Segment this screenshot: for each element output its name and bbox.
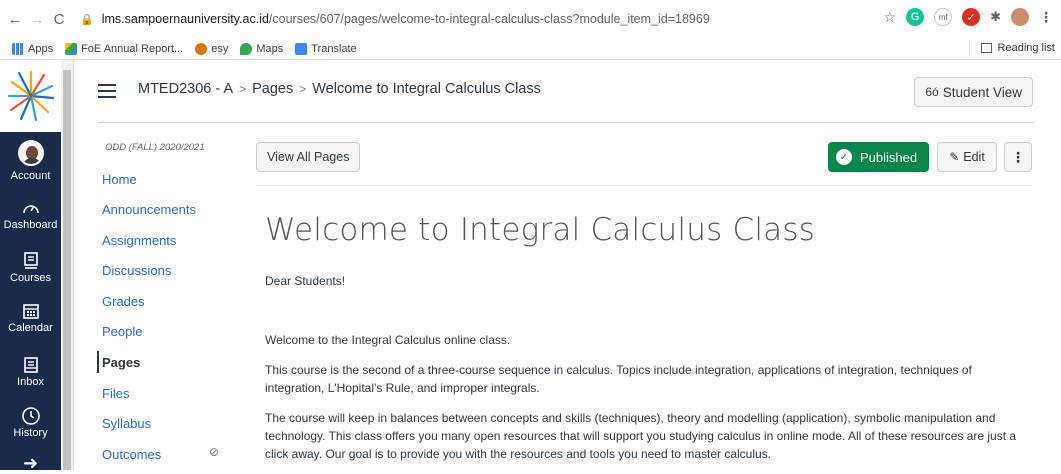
nav-logout[interactable]: ➜	[0, 452, 61, 474]
course-nav-grades[interactable]: Grades	[102, 294, 145, 309]
course-nav-people[interactable]: People	[102, 324, 142, 339]
back-button[interactable]: ←	[4, 8, 26, 30]
breadcrumb-page: Welcome to Integral Calculus Class	[312, 81, 541, 97]
intro-paragraph: Welcome to the Integral Calculus online …	[265, 333, 511, 347]
course-nav-home[interactable]: Home	[102, 172, 137, 187]
check-circle-icon: ✓	[836, 149, 852, 165]
profile-avatar-icon[interactable]	[1011, 8, 1029, 26]
course-nav-pages[interactable]: Pages	[102, 355, 140, 370]
divider	[98, 122, 1034, 123]
calendar-icon	[20, 300, 42, 322]
student-view-button[interactable]: 6ó Student View	[914, 77, 1033, 107]
maps-pin-icon	[240, 42, 253, 55]
nav-inbox[interactable]: Inbox	[0, 354, 61, 388]
term-label: ODD (FALL) 2020/2021	[105, 142, 205, 153]
reading-list-icon	[980, 43, 992, 53]
reload-button[interactable]: C	[48, 8, 70, 30]
course-nav-announcements[interactable]: Announcements	[102, 202, 196, 217]
nav-courses[interactable]: Courses	[0, 250, 61, 284]
university-logo[interactable]	[0, 60, 61, 132]
logout-arrow-icon: ➜	[22, 452, 39, 473]
grammarly-icon[interactable]: G	[906, 8, 925, 26]
lock-icon: 🔒	[80, 13, 94, 26]
url-path: /courses/607/pages/welcome-to-integral-c…	[268, 12, 710, 26]
breadcrumb: MTED2306 - A > Pages > Welcome to Integr…	[138, 81, 541, 97]
course-nav-assignments[interactable]: Assignments	[102, 233, 176, 248]
arrow-left-icon: ←	[7, 10, 23, 28]
bookmark-apps[interactable]: Apps	[12, 42, 53, 55]
more-options-button[interactable]: ⋮	[1004, 142, 1032, 172]
apps-grid-icon	[12, 42, 24, 55]
course-nav-outcomes[interactable]: Outcomes	[102, 447, 161, 462]
bookmarks-bar: Apps FoE Annual Report... esy Maps Trans…	[0, 38, 1061, 60]
browser-toolbar: ← → C 🔒 lms.sampoernauniversity.ac.id/co…	[0, 0, 1061, 38]
star-icon[interactable]: ☆	[884, 9, 897, 26]
bookmark-maps[interactable]: Maps	[240, 42, 283, 55]
drive-icon	[65, 42, 78, 55]
extension-icon-mf[interactable]: mf	[934, 8, 953, 26]
page-scrollbar[interactable]	[1055, 60, 1061, 470]
bookmark-esy[interactable]: esy	[195, 42, 228, 55]
pencil-icon: ✎	[949, 150, 960, 164]
forward-button[interactable]: →	[26, 8, 48, 30]
scrollbar-thumb[interactable]	[63, 70, 71, 470]
chevron-right-icon: >	[239, 82, 247, 96]
burst-logo-icon	[7, 70, 54, 122]
inbox-icon	[20, 354, 42, 376]
breadcrumb-course[interactable]: MTED2306 - A	[138, 81, 233, 97]
course-nav-syllabus[interactable]: Syllabus	[102, 416, 151, 431]
nav-account[interactable]: Account	[0, 140, 61, 182]
edit-button[interactable]: ✎ Edit	[937, 142, 997, 172]
reading-list-button[interactable]: Reading list	[968, 40, 1055, 56]
url-host: lms.sampoernauniversity.ac.id	[101, 12, 269, 26]
divider	[968, 40, 970, 56]
greeting-text: Dear Students!	[265, 274, 346, 288]
avatar	[17, 140, 44, 166]
nav-calendar[interactable]: Calendar	[0, 300, 61, 334]
address-bar[interactable]: 🔒 lms.sampoernauniversity.ac.id/courses/…	[80, 5, 780, 33]
divider	[256, 185, 1032, 186]
clock-icon	[20, 405, 42, 427]
glasses-icon: 6ó	[925, 85, 939, 99]
view-all-pages-button[interactable]: View All Pages	[256, 142, 361, 172]
course-menu-toggle[interactable]	[98, 84, 116, 98]
esy-icon	[195, 42, 208, 55]
nav-history[interactable]: History	[0, 405, 61, 439]
courses-book-icon	[20, 250, 42, 272]
course-nav-files[interactable]: Files	[102, 386, 129, 401]
dashboard-gauge-icon	[20, 197, 42, 219]
published-button[interactable]: ✓ Published	[828, 142, 929, 172]
bookmark-foe-report[interactable]: FoE Annual Report...	[65, 42, 183, 55]
page-title: Welcome to Integral Calculus Class	[265, 212, 816, 248]
reload-icon: C	[53, 10, 65, 28]
bookmark-translate[interactable]: Translate	[295, 42, 357, 55]
extensions-area: ☆ G mf ✓ ✱ ⋮	[884, 8, 1053, 26]
page-header: MTED2306 - A > Pages > Welcome to Integr…	[74, 60, 1061, 123]
active-indicator	[97, 351, 99, 373]
puzzle-icon[interactable]: ✱	[990, 9, 1001, 25]
arrow-right-icon: →	[29, 10, 45, 28]
breadcrumb-pages[interactable]: Pages	[252, 81, 293, 97]
eye-slash-icon: ⊘	[209, 445, 220, 459]
course-description-paragraph: This course is the second of a three-cou…	[265, 363, 972, 395]
nav-dashboard[interactable]: Dashboard	[0, 197, 61, 231]
course-nav-discussions[interactable]: Discussions	[102, 263, 171, 278]
chevron-right-icon: >	[299, 82, 307, 96]
translate-icon	[295, 42, 308, 55]
shield-extension-icon[interactable]: ✓	[962, 8, 981, 26]
menu-dots-icon[interactable]: ⋮	[1039, 9, 1053, 26]
global-navigation: Account Dashboard Courses Calendar Inbox…	[0, 60, 61, 473]
nav-scrollbar[interactable]	[61, 60, 74, 470]
course-goals-paragraph: The course will keep in balances between…	[265, 411, 1017, 461]
kebab-menu-icon: ⋮	[1011, 148, 1025, 165]
